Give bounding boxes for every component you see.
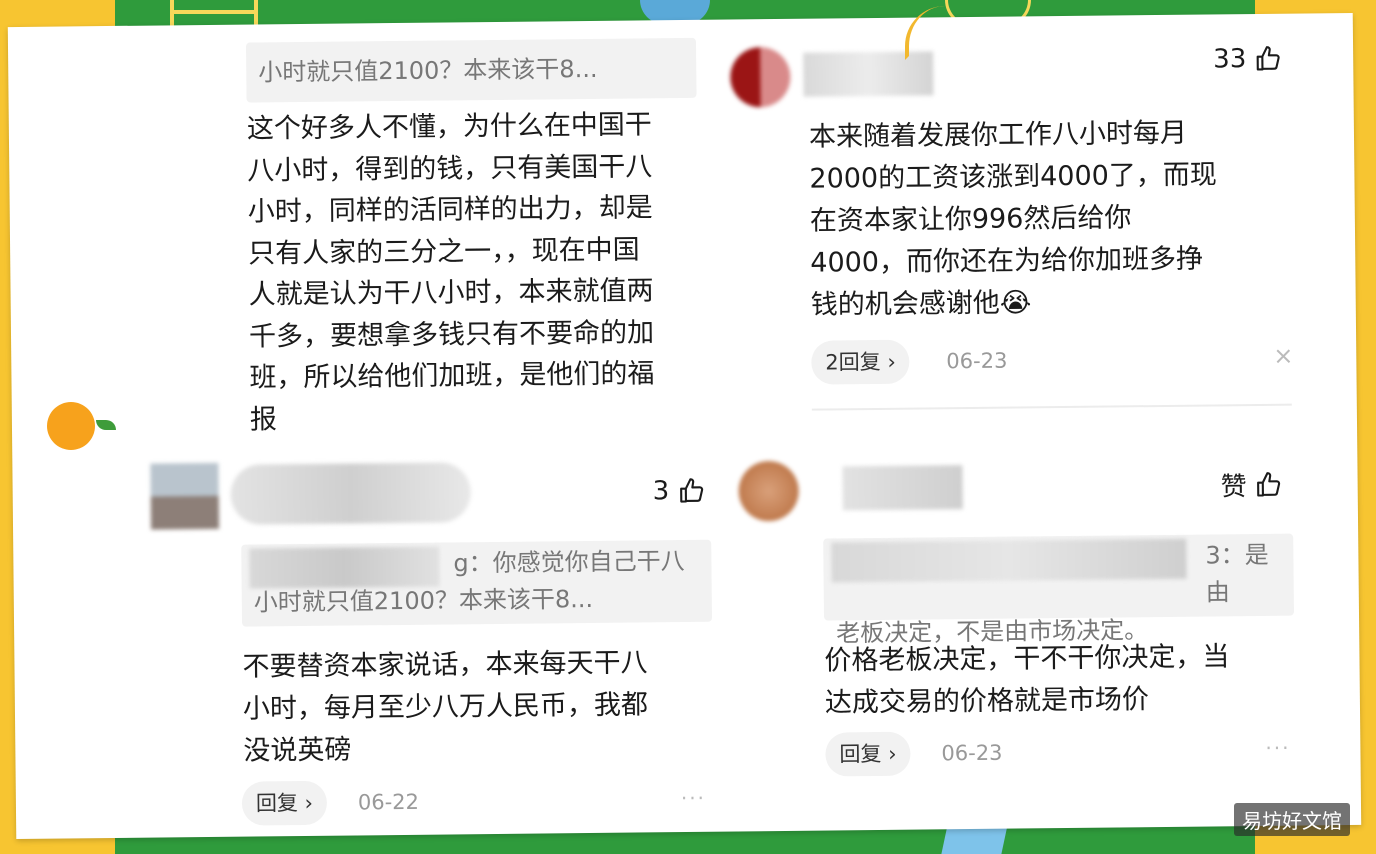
comments-card: 小时就只值2100？本来该干8... 这个好多人不懂，为什么在中国干 八小时，得… <box>7 12 1362 840</box>
comment-body-line: 人就是认为干八小时，本来就值两 <box>248 275 654 311</box>
like-count: 3 <box>652 476 670 507</box>
comment-body-line: 报 <box>249 403 278 436</box>
comment-body-text: 钱的机会感谢他 <box>810 287 1000 321</box>
thumbs-up-icon <box>1256 46 1280 71</box>
reply-button[interactable]: 回复 › <box>825 731 911 777</box>
avatar[interactable] <box>730 46 791 108</box>
like-button[interactable]: 赞 <box>1220 466 1282 504</box>
quoted-reply-text: 3：是由 <box>1205 540 1269 607</box>
comment-body-line: 班，所以给他们加班，是他们的福 <box>249 358 655 394</box>
comment-body: 不要替资本家说话，本来每天干八 小时，每月至少八万人民币，我都 没说英磅 <box>242 642 723 773</box>
avatar[interactable] <box>738 460 799 522</box>
comment-body-line: 这个好多人不懂，为什么在中国干 <box>246 109 653 145</box>
quoted-reply-text: g：你感觉你自己干八 <box>453 547 685 578</box>
quoted-username-blurred <box>831 538 1187 583</box>
username-blurred <box>230 462 471 525</box>
avatar[interactable] <box>150 462 220 530</box>
like-button[interactable]: 3 <box>652 476 706 507</box>
quoted-reply-text: 小时就只值2100？本来该干8... <box>258 54 598 87</box>
quoted-reply: g：你感觉你自己干八 小时就只值2100？本来该干8... <box>241 539 713 627</box>
thumbs-up-icon <box>679 478 703 503</box>
comment-body-line: 小时，每月至少八万人民币，我都 <box>242 689 649 725</box>
replies-label: 2回复 › <box>825 349 896 375</box>
comment-body-line: 八小时，得到的钱，只有美国干八 <box>247 150 653 187</box>
comment-body-line: 小时，同样的活同样的出力，却是 <box>247 192 653 228</box>
comment-date: 06-22 <box>357 789 420 815</box>
like-count: 33 <box>1213 44 1247 75</box>
more-options-icon[interactable]: ··· <box>1265 736 1290 760</box>
comment-date: 06-23 <box>941 740 1003 766</box>
reply-label: 回复 › <box>255 790 314 816</box>
comment-body-line: 达成交易的价格就是市场价 <box>824 684 1150 719</box>
quoted-reply: 3：是由 老板决定，不是由市场决定。 <box>823 533 1295 647</box>
comment-date: 06-23 <box>946 348 1008 374</box>
quoted-username-blurred <box>249 546 440 589</box>
like-button[interactable]: 33 <box>1213 44 1282 75</box>
orange-decoration <box>47 402 95 450</box>
comment-body-line: 钱的机会感谢他😭 <box>811 279 1311 326</box>
like-label: 赞 <box>1220 472 1247 503</box>
comment-body-line: 价格老板决定，干不干你决定，当 <box>824 641 1230 677</box>
comment-body-line: 本来随着发展你工作八小时每月 <box>808 117 1188 153</box>
comment-body-line: 没说英磅 <box>243 734 352 767</box>
comment-body-line: 在资本家让你996然后给你 <box>809 202 1132 237</box>
comment-body-line: 不要替资本家说话，本来每天干八 <box>242 647 648 683</box>
comment-body: 本来随着发展你工作八小时每月 2000的工资该涨到4000了，而现 在资本家让你… <box>809 111 1311 326</box>
comment-body-line: 千多，要想拿多钱只有不要命的加 <box>248 316 655 353</box>
replies-button[interactable]: 2回复 › <box>811 339 911 385</box>
divider <box>811 403 1292 411</box>
crying-emoji-icon: 😭 <box>999 287 1032 319</box>
watermark: 易坊好文馆 <box>1234 803 1350 836</box>
comment-body: 这个好多人不懂，为什么在中国干 八小时，得到的钱，只有美国干八 小时，同样的活同… <box>247 104 710 441</box>
comment-body-line: 4000，而你还在为给你加班多挣 <box>810 243 1204 279</box>
comment-body-line: 2000的工资该涨到4000了，而现 <box>809 159 1217 195</box>
close-icon[interactable]: × <box>1273 342 1293 370</box>
thumbs-up-icon <box>1257 471 1281 497</box>
comment-body-line: 只有人家的三分之一，，现在中国 <box>248 233 640 270</box>
reply-label: 回复 › <box>839 741 897 767</box>
username-blurred <box>842 465 963 511</box>
reply-button[interactable]: 回复 › <box>241 780 328 826</box>
comment-body: 价格老板决定，干不干你决定，当 达成交易的价格就是市场价 <box>824 636 1305 725</box>
more-options-icon[interactable]: ··· <box>681 786 706 810</box>
decoration-ladder <box>170 0 258 26</box>
quoted-reply: 小时就只值2100？本来该干8... <box>245 37 697 103</box>
